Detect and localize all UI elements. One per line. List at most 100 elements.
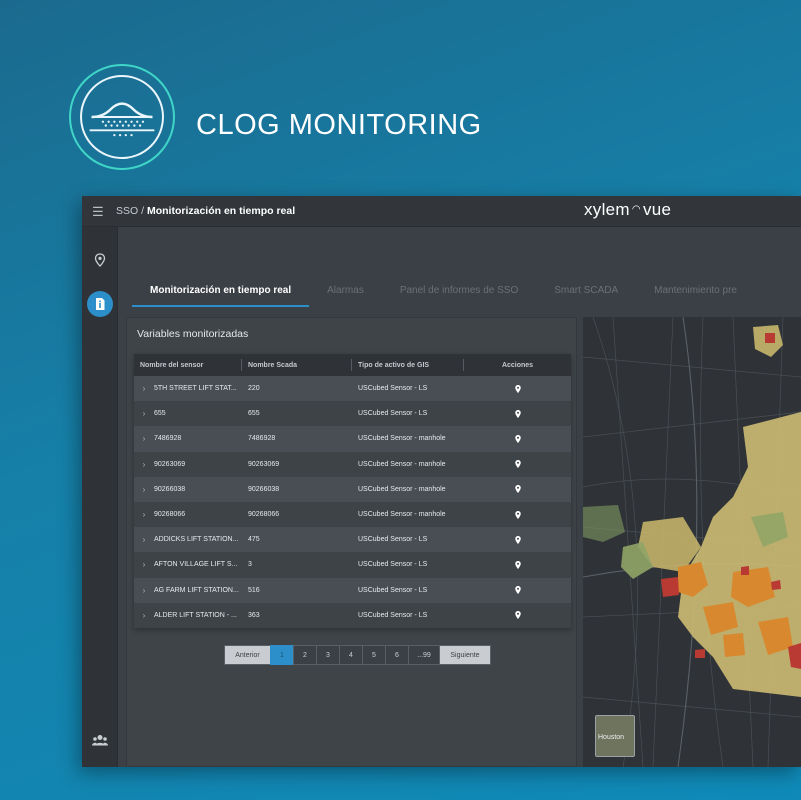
tab-panel-informes[interactable]: Panel de informes de SSO bbox=[382, 277, 536, 307]
scada-name: 363 bbox=[248, 611, 260, 619]
brand-logo: xylem ◠ vue bbox=[584, 200, 671, 220]
table-header: Nombre del sensor Nombre Scada Tipo de a… bbox=[134, 354, 571, 376]
page-button-2[interactable]: 2 bbox=[293, 645, 317, 665]
map-canvas[interactable] bbox=[583, 317, 801, 767]
scada-name: 220 bbox=[248, 385, 260, 393]
sensor-name: ADDICKS LIFT STATION... bbox=[154, 536, 239, 544]
sensor-cell: › ALDER LIFT STATION - ... bbox=[134, 611, 242, 620]
actions-cell bbox=[464, 586, 571, 595]
app-window: ☰ SSO / Monitorización en tiempo real xy… bbox=[82, 196, 801, 767]
table-body: › 5TH STREET LIFT STAT... 220 USCubed Senso… bbox=[134, 376, 571, 628]
table-row[interactable]: › ALDER LIFT STATION - ... 363 USCubed Sens… bbox=[134, 602, 571, 628]
table-row[interactable]: › 5TH STREET LIFT STAT... 220 USCubed Senso… bbox=[134, 376, 571, 402]
sensor-name: 90263069 bbox=[154, 460, 186, 468]
locate-pin-icon[interactable] bbox=[514, 409, 521, 418]
gis-asset-type: USCubed Sensor - LS bbox=[358, 385, 428, 393]
sensor-cell: › 90263069 bbox=[134, 460, 242, 469]
tab-mantenimiento[interactable]: Mantenimiento pre bbox=[636, 277, 755, 307]
map-pin-icon[interactable] bbox=[87, 247, 113, 273]
locate-pin-icon[interactable] bbox=[514, 485, 521, 494]
expand-chevron-icon[interactable]: › bbox=[134, 510, 154, 519]
map-view[interactable]: Houston bbox=[583, 317, 801, 767]
sensor-cell: › ADDICKS LIFT STATION... bbox=[134, 535, 242, 544]
expand-chevron-icon[interactable]: › bbox=[134, 460, 154, 469]
pagination: Anterior 1 2 3 4 5 6 ...99 Siguiente bbox=[224, 645, 491, 665]
expand-chevron-icon[interactable]: › bbox=[134, 409, 154, 418]
actions-cell bbox=[464, 560, 571, 569]
page-button-last[interactable]: ...99 bbox=[408, 645, 440, 665]
page-button-6[interactable]: 6 bbox=[385, 645, 409, 665]
actions-cell bbox=[464, 384, 571, 393]
page-button-1[interactable]: 1 bbox=[270, 645, 294, 665]
expand-chevron-icon[interactable]: › bbox=[134, 434, 154, 443]
expand-chevron-icon[interactable]: › bbox=[134, 560, 154, 569]
previous-page-button[interactable]: Anterior bbox=[224, 645, 271, 665]
sensor-name: ALDER LIFT STATION - ... bbox=[154, 611, 237, 619]
tab-monitorizacion[interactable]: Monitorización en tiempo real bbox=[132, 277, 310, 307]
page-button-5[interactable]: 5 bbox=[362, 645, 386, 665]
sensor-table: Nombre del sensor Nombre Scada Tipo de a… bbox=[134, 354, 571, 628]
brand-suffix: vue bbox=[642, 200, 672, 219]
expand-chevron-icon[interactable]: › bbox=[134, 611, 154, 620]
table-row[interactable]: › ADDICKS LIFT STATION... 475 USCubed Senso… bbox=[134, 527, 571, 553]
table-row[interactable]: › 655 655 USCubed Sensor - LS bbox=[134, 401, 571, 427]
monitored-variables-panel: Variables monitorizadas Nombre del senso… bbox=[126, 317, 577, 767]
locate-pin-icon[interactable] bbox=[514, 510, 521, 519]
locate-pin-icon[interactable] bbox=[514, 460, 521, 469]
sensor-cell: › 7486928 bbox=[134, 434, 242, 443]
clog-monitoring-logo bbox=[69, 64, 175, 170]
next-page-button[interactable]: Siguiente bbox=[439, 645, 491, 665]
breadcrumb-root[interactable]: SSO bbox=[116, 205, 138, 217]
locate-pin-icon[interactable] bbox=[514, 384, 521, 393]
table-row[interactable]: › 90266038 90266038 USCubed Sensor - manhol… bbox=[134, 476, 571, 502]
col-header-gis[interactable]: Tipo de activo de GIS bbox=[352, 358, 464, 371]
brand-name: xylem bbox=[584, 200, 630, 219]
sensor-cell: › 655 bbox=[134, 409, 242, 418]
actions-cell bbox=[464, 535, 571, 544]
tab-alarmas[interactable]: Alarmas bbox=[309, 277, 382, 307]
expand-chevron-icon[interactable]: › bbox=[134, 485, 154, 494]
brand-wave-icon: ◠ bbox=[631, 204, 641, 215]
col-header-scada[interactable]: Nombre Scada bbox=[242, 358, 352, 371]
scada-name: 3 bbox=[248, 561, 252, 569]
expand-chevron-icon[interactable]: › bbox=[134, 586, 154, 595]
expand-chevron-icon[interactable]: › bbox=[134, 535, 154, 544]
hamburger-menu-icon[interactable]: ☰ bbox=[92, 205, 104, 218]
top-bar: ☰ SSO / Monitorización en tiempo real xy… bbox=[82, 196, 801, 227]
locate-pin-icon[interactable] bbox=[514, 535, 521, 544]
actions-cell bbox=[464, 485, 571, 494]
actions-cell bbox=[464, 510, 571, 519]
expand-chevron-icon[interactable]: › bbox=[134, 384, 154, 393]
locate-pin-icon[interactable] bbox=[514, 611, 521, 620]
sensor-name: 90268066 bbox=[154, 511, 186, 519]
basemap-label: Houston bbox=[598, 734, 625, 741]
page-button-3[interactable]: 3 bbox=[316, 645, 340, 665]
actions-cell bbox=[464, 611, 571, 620]
basemap-thumbnail[interactable]: Houston bbox=[595, 715, 635, 757]
table-row[interactable]: › 90263069 90263069 USCubed Sensor - manhol… bbox=[134, 451, 571, 477]
gis-asset-type: USCubed Sensor - LS bbox=[358, 410, 428, 418]
scada-name: 90263069 bbox=[248, 460, 280, 468]
col-header-sensor[interactable]: Nombre del sensor bbox=[134, 358, 242, 371]
scada-name: 90266038 bbox=[248, 485, 280, 493]
table-row[interactable]: › AFTON VILLAGE LIFT S... 3 USCubed Sensor … bbox=[134, 552, 571, 578]
locate-pin-icon[interactable] bbox=[514, 434, 521, 443]
gis-asset-type: USCubed Sensor - manhole bbox=[358, 511, 446, 519]
table-row[interactable]: › AG FARM LIFT STATION... 516 USCubed Senso… bbox=[134, 577, 571, 603]
gis-asset-type: USCubed Sensor - manhole bbox=[358, 435, 446, 443]
sensor-name: AG FARM LIFT STATION... bbox=[154, 586, 239, 594]
breadcrumb-separator: / bbox=[141, 205, 145, 217]
sensor-name: AFTON VILLAGE LIFT S... bbox=[154, 561, 238, 569]
hero-title: CLOG MONITORING bbox=[196, 109, 482, 141]
sensor-cell: › 5TH STREET LIFT STAT... bbox=[134, 384, 242, 393]
users-icon[interactable] bbox=[87, 727, 113, 753]
table-row[interactable]: › 90268066 90268066 USCubed Sensor - manhol… bbox=[134, 501, 571, 528]
locate-pin-icon[interactable] bbox=[514, 560, 521, 569]
tab-smart-scada[interactable]: Smart SCADA bbox=[536, 277, 636, 307]
report-icon[interactable] bbox=[87, 291, 113, 317]
breadcrumb: SSO / Monitorización en tiempo real bbox=[116, 205, 295, 217]
sensor-name: 655 bbox=[154, 410, 166, 418]
locate-pin-icon[interactable] bbox=[514, 586, 521, 595]
table-row[interactable]: › 7486928 7486928 USCubed Sensor - manhole bbox=[134, 426, 571, 452]
page-button-4[interactable]: 4 bbox=[339, 645, 363, 665]
